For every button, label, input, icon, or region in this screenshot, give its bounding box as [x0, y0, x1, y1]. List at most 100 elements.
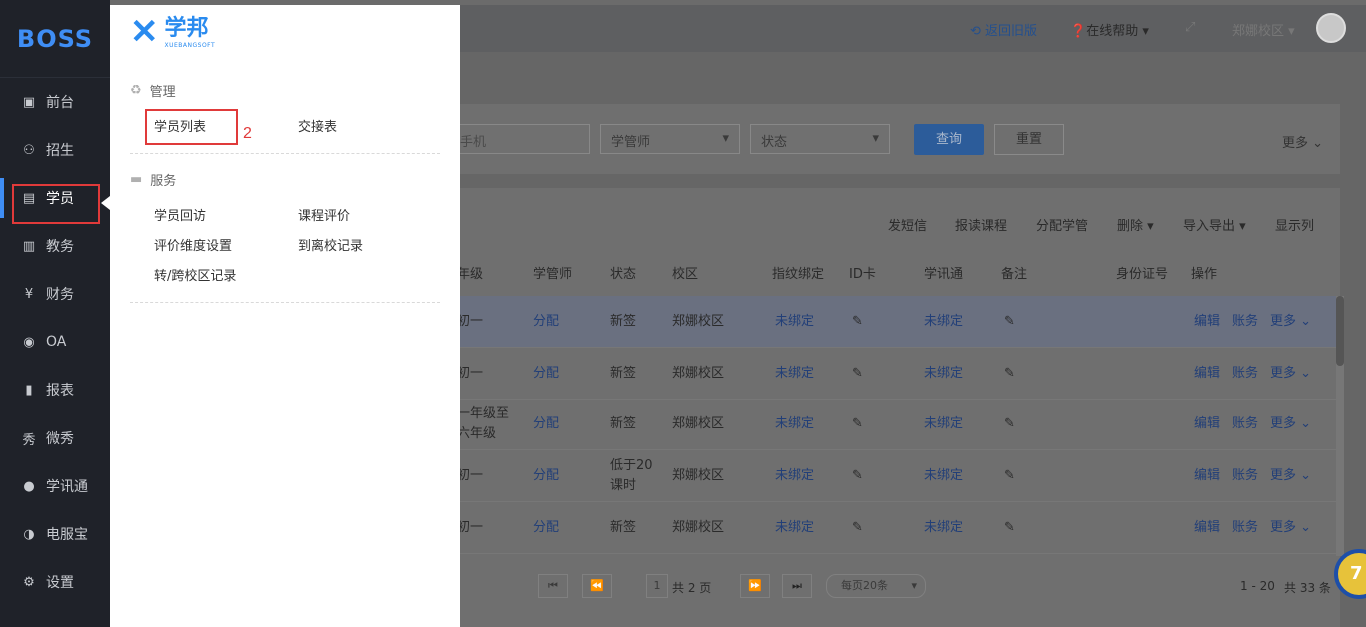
column-header[interactable]: 校区	[672, 263, 698, 282]
row-action-0[interactable]: 编辑	[1194, 312, 1220, 332]
column-header[interactable]: 状态	[610, 263, 636, 282]
column-header[interactable]: 身份证号	[1116, 263, 1168, 282]
column-header[interactable]: 备注	[1001, 263, 1027, 282]
assign-manager-link[interactable]: 分配	[533, 312, 559, 332]
sidebar-item-1[interactable]: ⚇ 招生	[0, 126, 110, 174]
avatar[interactable]	[1316, 13, 1346, 43]
row-action-1[interactable]: 账务	[1232, 466, 1258, 486]
table-row[interactable]: 初一 分配 新签 郑娜校区 未绑定 未绑定 ✎ ✎ 编辑 账务 更多 ⌄	[457, 348, 1340, 400]
remark-edit-icon[interactable]: ✎	[1004, 414, 1015, 434]
fullscreen-icon[interactable]: ⤢	[1185, 20, 1195, 35]
link-arrival-departure[interactable]: 到离校记录	[298, 235, 363, 254]
toolbar-action-2[interactable]: 分配学管	[1036, 215, 1088, 234]
page-number-input[interactable]: 1	[646, 574, 668, 598]
table-row[interactable]: 初一 分配 新签 郑娜校区 未绑定 未绑定 ✎ ✎ 编辑 账务 更多 ⌄	[457, 502, 1340, 554]
reset-button[interactable]: 重置	[994, 124, 1064, 155]
fingerprint-bind-link[interactable]: 未绑定	[775, 518, 814, 538]
link-handover-table[interactable]: 交接表	[298, 116, 337, 135]
table-row[interactable]: 一年级至六年级 分配 新签 郑娜校区 未绑定 未绑定 ✎ ✎ 编辑 账务 更多 ⌄	[457, 398, 1340, 450]
status-select[interactable]: 状态 ▾	[750, 124, 890, 154]
fingerprint-bind-link[interactable]: 未绑定	[775, 364, 814, 384]
toolbar-action-0[interactable]: 发短信	[888, 215, 927, 234]
id-card-edit-icon[interactable]: ✎	[852, 312, 863, 332]
toolbar-action-3[interactable]: 删除 ▾	[1117, 215, 1154, 234]
table-row[interactable]: 初一 分配 低于20课时 郑娜校区 未绑定 未绑定 ✎ ✎ 编辑 账务 更多 ⌄	[457, 450, 1340, 502]
link-campus-transfer[interactable]: 转/跨校区记录	[154, 265, 236, 284]
table-scrollbar[interactable]	[1336, 296, 1344, 556]
sidebar-item-7[interactable]: 秀微秀	[0, 414, 110, 462]
remark-edit-icon[interactable]: ✎	[1004, 364, 1015, 384]
row-action-2[interactable]: 更多 ⌄	[1270, 518, 1311, 538]
sidebar-item-8[interactable]: ● 学讯通	[0, 462, 110, 510]
assign-manager-link[interactable]: 分配	[533, 518, 559, 538]
toolbar-action-4[interactable]: 导入导出 ▾	[1183, 215, 1246, 234]
page-size-select[interactable]: 每页20条 ▾	[826, 574, 926, 598]
xuexuntong-bind-link[interactable]: 未绑定	[924, 414, 963, 434]
toolbar-action-5[interactable]: 显示列	[1275, 215, 1314, 234]
column-header[interactable]: 操作	[1191, 263, 1217, 282]
id-card-edit-icon[interactable]: ✎	[852, 518, 863, 538]
xuexuntong-bind-link[interactable]: 未绑定	[924, 312, 963, 332]
xuexuntong-bind-link[interactable]: 未绑定	[924, 518, 963, 538]
back-old-version-link[interactable]: ⟲ 返回旧版	[970, 20, 1037, 39]
link-evaluation-dimension[interactable]: 评价维度设置	[154, 235, 232, 254]
row-action-0[interactable]: 编辑	[1194, 414, 1220, 434]
fingerprint-bind-link[interactable]: 未绑定	[775, 312, 814, 332]
first-page-button[interactable]: ⏮	[538, 574, 568, 598]
table-row[interactable]: 初一 分配 新签 郑娜校区 未绑定 未绑定 ✎ ✎ 编辑 账务 更多 ⌄	[457, 296, 1340, 348]
campus-selector[interactable]: 郑娜校区 ▾	[1232, 20, 1295, 39]
row-action-2[interactable]: 更多 ⌄	[1270, 466, 1311, 486]
id-card-edit-icon[interactable]: ✎	[852, 466, 863, 486]
last-page-button[interactable]: ⏭	[782, 574, 812, 598]
phone-search-input[interactable]: 手机	[450, 124, 590, 154]
prev-page-button[interactable]: ⏪	[582, 574, 612, 598]
manager-select[interactable]: 学管师 ▾	[600, 124, 740, 154]
column-header[interactable]: ID卡	[849, 263, 876, 282]
row-action-1[interactable]: 账务	[1232, 518, 1258, 538]
link-student-revisit[interactable]: 学员回访	[154, 205, 206, 224]
remark-edit-icon[interactable]: ✎	[1004, 312, 1015, 332]
remark-edit-icon[interactable]: ✎	[1004, 466, 1015, 486]
query-button[interactable]: 查询	[914, 124, 984, 155]
row-action-1[interactable]: 账务	[1232, 312, 1258, 332]
link-course-evaluation[interactable]: 课程评价	[298, 205, 350, 224]
remark-edit-icon[interactable]: ✎	[1004, 518, 1015, 538]
link-student-list[interactable]: 学员列表	[154, 116, 206, 135]
row-action-2[interactable]: 更多 ⌄	[1270, 312, 1311, 332]
column-header[interactable]: 学讯通	[924, 263, 963, 282]
fingerprint-bind-link[interactable]: 未绑定	[775, 414, 814, 434]
column-header[interactable]: 指纹绑定	[772, 263, 824, 282]
row-action-0[interactable]: 编辑	[1194, 466, 1220, 486]
fingerprint-bind-link[interactable]: 未绑定	[775, 466, 814, 486]
scrollbar-thumb[interactable]	[1336, 296, 1344, 366]
row-action-0[interactable]: 编辑	[1194, 364, 1220, 384]
sidebar-item-6[interactable]: ▮ 报表	[0, 366, 110, 414]
sidebar-item-10[interactable]: ⚙ 设置	[0, 558, 110, 606]
row-action-2[interactable]: 更多 ⌄	[1270, 414, 1311, 434]
id-card-edit-icon[interactable]: ✎	[852, 414, 863, 434]
id-card-edit-icon[interactable]: ✎	[852, 364, 863, 384]
online-help-menu[interactable]: ❓在线帮助 ▾	[1070, 20, 1149, 39]
row-action-1[interactable]: 账务	[1232, 414, 1258, 434]
assign-manager-link[interactable]: 分配	[533, 466, 559, 486]
sidebar-item-9[interactable]: ◑ 电服宝	[0, 510, 110, 558]
sidebar-item-4[interactable]: ¥ 财务	[0, 270, 110, 318]
xuexuntong-bind-link[interactable]: 未绑定	[924, 466, 963, 486]
assign-manager-link[interactable]: 分配	[533, 414, 559, 434]
xuexuntong-bind-link[interactable]: 未绑定	[924, 364, 963, 384]
section-title-service: ▬ 服务	[130, 172, 177, 189]
sidebar-item-0[interactable]: ▣ 前台	[0, 78, 110, 126]
column-header[interactable]: 学管师	[533, 263, 572, 282]
row-action-1[interactable]: 账务	[1232, 364, 1258, 384]
column-header[interactable]: 年级	[457, 263, 483, 282]
next-page-button[interactable]: ⏩	[740, 574, 770, 598]
sidebar-item-5[interactable]: ◉ OA	[0, 318, 110, 366]
toolbar-action-1[interactable]: 报读课程	[955, 215, 1007, 234]
row-action-0[interactable]: 编辑	[1194, 518, 1220, 538]
row-action-2[interactable]: 更多 ⌄	[1270, 364, 1311, 384]
sidebar-item-3[interactable]: ▥ 教务	[0, 222, 110, 270]
sidebar-nav: ▣ 前台 ⚇ 招生 ▤ 学员 ▥ 教务 ¥ 财务 ◉ OA ▮ 报表秀微秀 ● 学讯通 ◑ 电服宝 ⚙ 设置	[0, 78, 110, 606]
sidebar-item-label: 电服宝	[46, 527, 88, 543]
assign-manager-link[interactable]: 分配	[533, 364, 559, 384]
more-filters-toggle[interactable]: 更多 ⌄	[1282, 132, 1323, 151]
